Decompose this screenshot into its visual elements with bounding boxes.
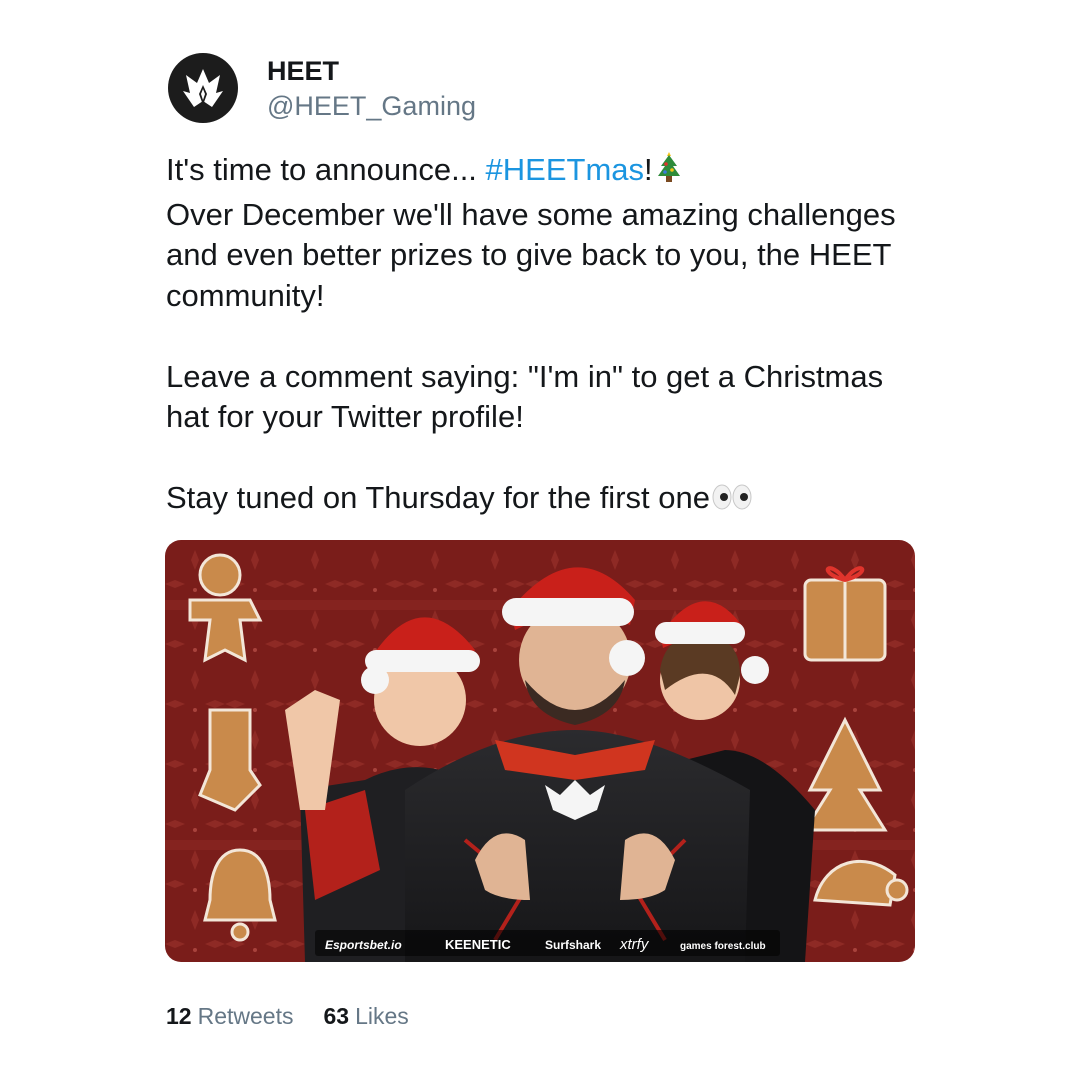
- likes-label: Likes: [355, 1003, 409, 1029]
- tweet-text: It's time to announce... #HEETmas! Over …: [166, 150, 926, 523]
- sponsor-3: Surfshark: [545, 938, 601, 952]
- heet-crown-logo-icon: [183, 69, 223, 107]
- tweet-paragraph-3-text: Stay tuned on Thursday for the first one: [166, 480, 710, 515]
- tweet-line-1: It's time to announce... #HEETmas!: [166, 150, 926, 195]
- sponsor-4: xtrfy: [619, 936, 650, 953]
- tweet-paragraph-3: Stay tuned on Thursday for the first one: [166, 478, 926, 523]
- tweet-media-image[interactable]: Esportsbet.io KEENETIC Surfshark xtrfy g…: [165, 540, 915, 962]
- heetmas-promo-image: Esportsbet.io KEENETIC Surfshark xtrfy g…: [165, 540, 915, 962]
- display-name[interactable]: HEET: [267, 56, 339, 87]
- retweets-count: 12: [166, 1003, 192, 1029]
- retweets-label: Retweets: [197, 1003, 294, 1029]
- sponsor-2: KEENETIC: [445, 937, 511, 952]
- tweet-stats: 12 Retweets 63 Likes: [166, 1003, 409, 1030]
- tweet-line-1-suffix: !: [644, 152, 653, 187]
- avatar[interactable]: [168, 53, 238, 123]
- hashtag-link[interactable]: #HEETmas: [486, 152, 644, 187]
- retweets-stat[interactable]: 12 Retweets: [166, 1003, 293, 1030]
- eyes-emoji-icon: [710, 482, 754, 523]
- christmas-tree-emoji-icon: [653, 150, 685, 195]
- sponsor-1: Esportsbet.io: [325, 938, 402, 952]
- likes-count: 63: [323, 1003, 350, 1029]
- tweet-paragraph-2: Leave a comment saying: "I'm in" to get …: [166, 358, 884, 435]
- stocking-icon: [198, 708, 262, 812]
- tweet-line-1-prefix: It's time to announce...: [166, 152, 486, 187]
- gift-box-icon: [803, 566, 887, 662]
- user-handle[interactable]: @HEET_Gaming: [267, 91, 476, 122]
- tweet-card: HEET @HEET_Gaming It's time to announce.…: [0, 0, 1080, 1080]
- sponsor-5: games forest.club: [680, 941, 766, 952]
- tweet-paragraph-1: Over December we'll have some amazing ch…: [166, 196, 896, 313]
- likes-stat[interactable]: 63 Likes: [323, 1003, 408, 1030]
